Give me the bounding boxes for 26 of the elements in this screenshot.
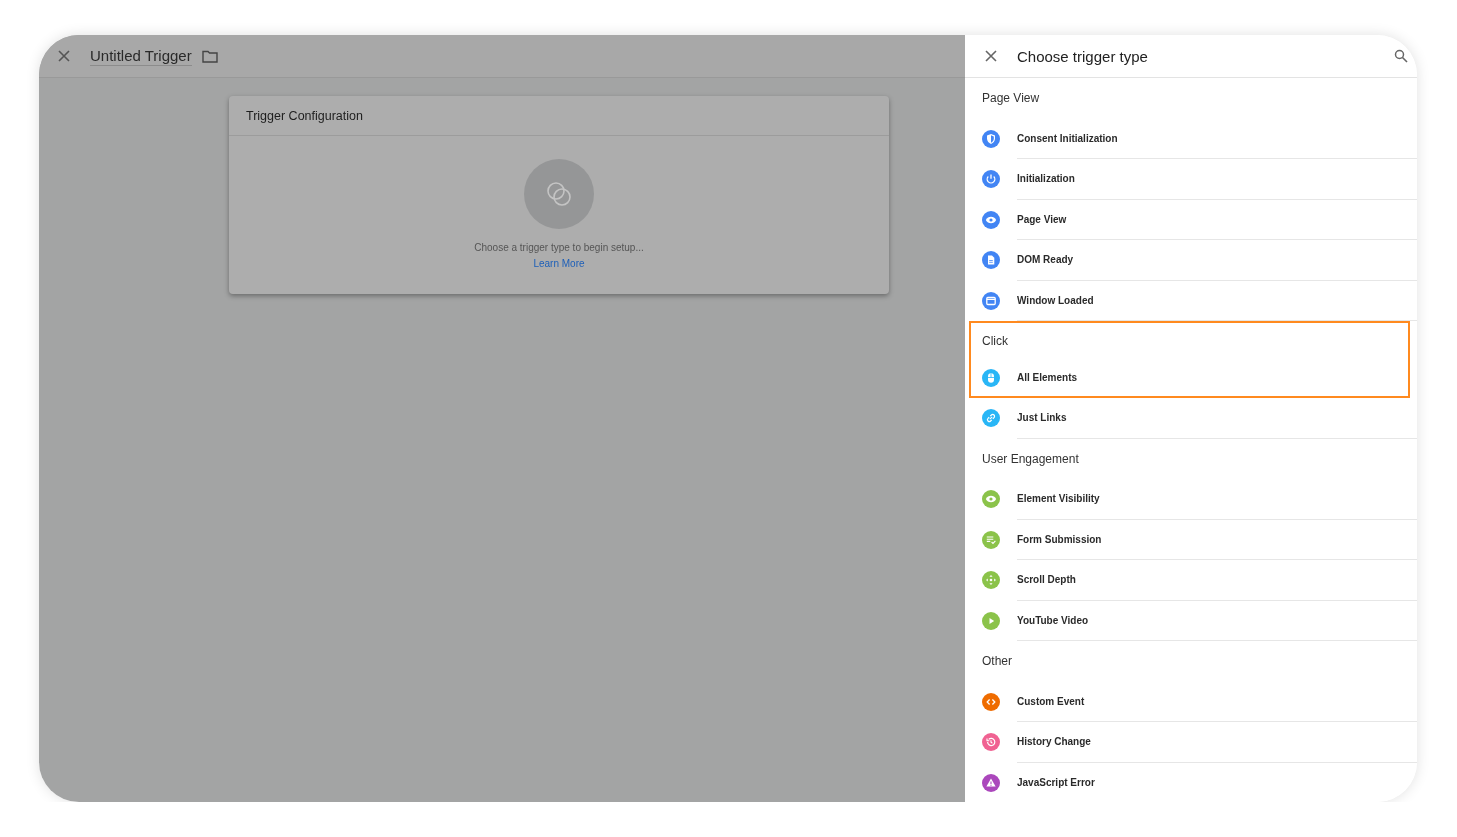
section-heading: Click (981, 333, 1009, 351)
trigger-type-item[interactable]: Just Links (965, 398, 1417, 439)
section-heading: Page View (981, 90, 1041, 108)
trigger-type-item[interactable]: History Change (965, 722, 1417, 763)
trigger-type-item[interactable]: Element Visibility (965, 479, 1417, 520)
trigger-type-item[interactable]: Initialization (965, 159, 1417, 200)
trigger-type-item[interactable]: Scroll Depth (965, 560, 1417, 601)
trigger-name[interactable]: Untitled Trigger (90, 46, 192, 66)
trigger-type-item[interactable]: Custom Event (965, 681, 1417, 722)
close-icon[interactable] (57, 49, 71, 63)
trigger-type-item[interactable]: Consent Initialization (965, 118, 1417, 159)
folder-icon[interactable] (201, 49, 218, 63)
panel-title: Choose trigger type (1017, 47, 1149, 65)
trigger-type-item[interactable]: DOM Ready (965, 240, 1417, 281)
section-heading: User Engagement (981, 450, 1080, 468)
trigger-type-item[interactable]: Window Loaded (965, 280, 1417, 321)
section-heading: Other (981, 653, 1013, 671)
trigger-type-item[interactable]: Page View (965, 199, 1417, 240)
trigger-type-item[interactable]: Form Submission (965, 519, 1417, 560)
close-icon[interactable] (984, 49, 998, 63)
trigger-type-item[interactable]: YouTube Video (965, 600, 1417, 641)
setup-prompt: Choose a trigger type to begin setup... (474, 242, 644, 253)
card-title: Trigger Configuration (229, 96, 889, 136)
trigger-type-item[interactable]: JavaScript Error (965, 762, 1417, 802)
search-icon[interactable] (1394, 49, 1408, 63)
trigger-type-item[interactable]: All Elements (971, 359, 1408, 396)
